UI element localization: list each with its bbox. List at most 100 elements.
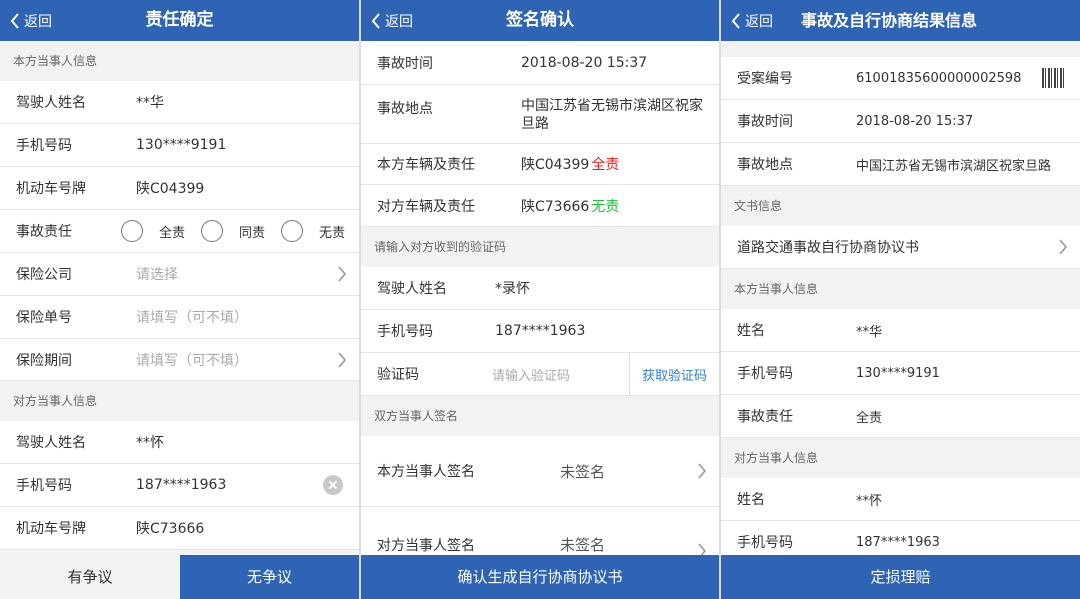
section-header-self: 本方当事人信息 xyxy=(721,269,1080,309)
row-value: 130****9191 xyxy=(856,365,940,381)
row-value: **华 xyxy=(136,95,164,111)
back-button[interactable]: 返回 xyxy=(371,0,413,41)
barcode-icon[interactable] xyxy=(1042,68,1066,88)
page-title: 事故及自行协商结果信息 xyxy=(801,11,978,30)
chevron-left-icon xyxy=(10,12,19,29)
claim-button[interactable]: 定损理赔 xyxy=(721,555,1080,599)
header: 返回 事故及自行协商结果信息 xyxy=(721,0,1080,41)
row-label: 保险单号 xyxy=(16,310,72,326)
no-dispute-button[interactable]: 无争议 xyxy=(180,555,359,599)
plate-number: 陕C73666 xyxy=(521,198,590,215)
row-label: 姓名 xyxy=(737,323,765,339)
row-self-plate: 机动车号牌 陕C04399 xyxy=(0,167,359,210)
row-agreement-doc[interactable]: 道路交通事故自行协商协议书 xyxy=(721,226,1080,269)
row-value: 中国江苏省无锡市滨湖区祝家旦路 xyxy=(856,158,1052,174)
policy-period-input[interactable]: 请填写（可不填） xyxy=(136,339,248,380)
row-other-vehicle: 对方车辆及责任 陕C73666 无责 xyxy=(361,185,719,227)
row-label: 本方当事人签名 xyxy=(377,464,475,480)
insurance-company-select[interactable]: 请选择 xyxy=(136,253,178,295)
row-insurance-company[interactable]: 保险公司 请选择 xyxy=(0,253,359,296)
radio-label: 同责 xyxy=(239,225,266,241)
dispute-button[interactable]: 有争议 xyxy=(0,555,180,599)
bottom-bar: 定损理赔 xyxy=(721,555,1080,599)
row-accident-time: 事故时间 2018-08-20 15:37 xyxy=(361,41,719,85)
section-header-other: 对方当事人信息 xyxy=(721,438,1080,478)
row-accident-place: 事故地点 中国江苏省无锡市滨湖区祝家 旦路 xyxy=(361,85,719,144)
row-label: 事故时间 xyxy=(377,55,433,72)
row-other-name: 姓名 **怀 xyxy=(721,478,1080,521)
back-label: 返回 xyxy=(745,13,773,30)
row-self-phone: 手机号码 130****9191 xyxy=(0,124,359,167)
row-label: 道路交通事故自行协商协议书 xyxy=(737,240,919,256)
section-header-self: 本方当事人信息 xyxy=(0,41,359,81)
row-other-plate: 机动车号牌 陕C73666 xyxy=(0,507,359,550)
row-label: 保险期间 xyxy=(16,352,72,369)
row-case-no: 受案编号 61001835600000002598 xyxy=(721,57,1080,100)
row-value: **华 xyxy=(856,324,883,340)
chevron-left-icon xyxy=(731,12,740,29)
row-label: 受案编号 xyxy=(737,71,793,87)
section-header-code: 请输入对方收到的验证码 xyxy=(361,227,719,267)
row-value: 陕C73666 xyxy=(136,521,205,537)
row-label: 手机号码 xyxy=(377,324,433,340)
radio-full-liability[interactable] xyxy=(121,220,143,242)
back-button[interactable]: 返回 xyxy=(731,0,773,41)
row-driver: 驾驶人姓名 *录怀 xyxy=(361,267,719,310)
policy-number-input[interactable]: 请填写（可不填） xyxy=(136,296,248,338)
chevron-right-icon xyxy=(698,463,707,479)
radio-equal-liability[interactable] xyxy=(201,220,223,242)
row-self-liability: 事故责任 全责 xyxy=(721,395,1080,438)
row-self-sign[interactable]: 本方当事人签名 未签名 xyxy=(361,436,719,507)
row-accident-place: 事故地点 中国江苏省无锡市滨湖区祝家旦路 xyxy=(721,143,1080,186)
back-button[interactable]: 返回 xyxy=(10,0,52,41)
row-self-vehicle: 本方车辆及责任 陕C04399 全责 xyxy=(361,144,719,185)
chevron-right-icon xyxy=(338,351,347,368)
row-value: 130****9191 xyxy=(136,137,227,153)
row-policy-period[interactable]: 保险期间 请填写（可不填） xyxy=(0,339,359,381)
row-value: *录怀 xyxy=(495,281,530,297)
back-label: 返回 xyxy=(24,13,52,30)
generate-agreement-button[interactable]: 确认生成自行协商协议书 xyxy=(361,555,719,599)
row-label: 验证码 xyxy=(377,367,419,383)
row-value: **怀 xyxy=(856,493,883,509)
row-value: 中国江苏省无锡市滨湖区祝家 旦路 xyxy=(521,97,709,133)
row-label: 驾驶人姓名 xyxy=(16,95,86,111)
row-self-driver: 驾驶人姓名 **华 xyxy=(0,81,359,124)
row-phone: 手机号码 187****1963 xyxy=(361,310,719,353)
clear-icon[interactable] xyxy=(323,475,343,495)
chevron-right-icon xyxy=(1059,239,1068,255)
row-label: 事故地点 xyxy=(377,101,433,117)
bottom-bar: 有争议 无争议 xyxy=(0,555,359,599)
screen-result: 返回 事故及自行协商结果信息 受案编号 61001835600000002598… xyxy=(721,0,1080,599)
screen-signature: 返回 签名确认 事故时间 2018-08-20 15:37 事故地点 中国江苏省… xyxy=(361,0,719,599)
row-label: 手机号码 xyxy=(16,138,72,154)
chevron-left-icon xyxy=(371,12,380,29)
radio-label: 无责 xyxy=(319,225,346,241)
row-liability: 事故责任 全责 同责 无责 xyxy=(0,210,359,253)
row-value: 187****1963 xyxy=(495,323,586,339)
row-label: 驾驶人姓名 xyxy=(377,281,447,297)
sign-status: 未签名 xyxy=(560,462,606,481)
liability-tag: 无责 xyxy=(591,198,620,215)
row-label: 手机号码 xyxy=(737,366,793,382)
verify-code-input[interactable]: 请输入验证码 xyxy=(492,353,570,395)
row-self-name: 姓名 **华 xyxy=(721,309,1080,352)
row-label: 手机号码 xyxy=(16,478,72,494)
back-label: 返回 xyxy=(385,13,413,30)
bottom-bar: 确认生成自行协商协议书 xyxy=(361,555,719,599)
liability-tag: 全责 xyxy=(856,410,883,426)
row-value: **怀 xyxy=(136,435,164,451)
chevron-right-icon xyxy=(338,266,347,282)
row-value: 2018-08-20 15:37 xyxy=(856,113,974,129)
row-label: 事故时间 xyxy=(737,114,793,130)
row-accident-time: 事故时间 2018-08-20 15:37 xyxy=(721,100,1080,143)
section-header-sign: 双方当事人签名 xyxy=(361,396,719,436)
header: 返回 签名确认 xyxy=(361,0,719,41)
page-title: 责任确定 xyxy=(145,10,214,30)
row-label: 保险公司 xyxy=(16,267,72,283)
row-value: 2018-08-20 15:37 xyxy=(521,54,648,71)
radio-no-liability[interactable] xyxy=(281,220,303,242)
other-phone-input[interactable]: 187****1963 xyxy=(136,464,226,506)
section-header-docs: 文书信息 xyxy=(721,186,1080,226)
get-code-button[interactable]: 获取验证码 xyxy=(628,353,707,395)
